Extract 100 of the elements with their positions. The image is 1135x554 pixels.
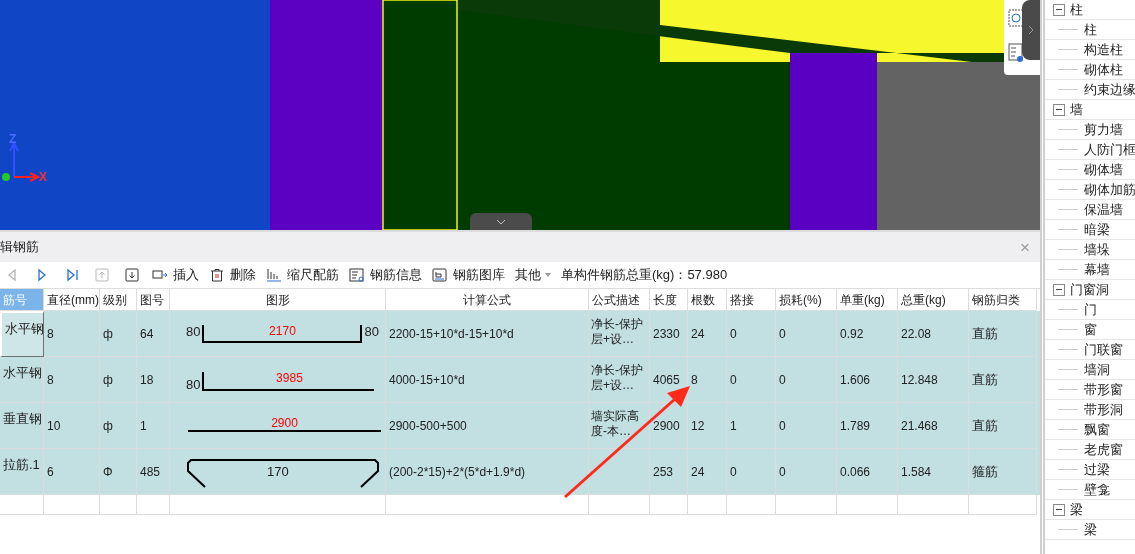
shape-length-label: 2900 — [271, 417, 298, 429]
insert-icon — [152, 268, 168, 282]
empty-cell — [837, 495, 898, 515]
other-menu-button[interactable]: 其他 — [515, 265, 551, 285]
shape-end-label: 80 — [186, 325, 201, 338]
empty-cell — [137, 495, 170, 515]
shape-length-label: 2170 — [269, 325, 296, 337]
list-view-icon[interactable] — [1008, 43, 1024, 63]
empty-cell — [688, 495, 727, 515]
tree-toggle[interactable] — [1053, 283, 1065, 296]
empty-cell — [727, 495, 776, 515]
tree-toggle[interactable] — [1053, 503, 1065, 516]
collapse-handle[interactable] — [470, 213, 532, 230]
tree-item[interactable]: 人防门框 — [1084, 139, 1135, 160]
shape-length-label: 3985 — [276, 372, 303, 384]
move-down-icon — [125, 268, 139, 282]
tree-group-label[interactable]: 墙 — [1070, 99, 1083, 120]
tree-item[interactable]: 构造柱 — [1084, 39, 1123, 60]
last-arrow-icon — [65, 268, 79, 282]
empty-cell — [100, 495, 137, 515]
list-icon — [349, 268, 365, 282]
column-header[interactable]: 图形 — [170, 289, 386, 311]
grade-cell: Φ — [100, 449, 137, 495]
shape-end-label: 80 — [186, 378, 201, 391]
shape-length-label: 170 — [267, 465, 289, 478]
toolbar-button[interactable]: 缩尺配筋 — [266, 265, 339, 285]
chevron-right-icon — [1028, 25, 1034, 35]
column-header[interactable]: 根数 — [688, 289, 727, 311]
tree-item[interactable]: 窗 — [1084, 319, 1097, 340]
tree-toggle[interactable] — [1053, 3, 1065, 16]
length-cell: 253 — [650, 449, 688, 495]
tree-item[interactable]: 壁龛 — [1084, 479, 1110, 500]
tree-group-label[interactable]: 柱 — [1070, 0, 1083, 20]
cube-view-icon[interactable] — [1008, 9, 1024, 27]
tree-item[interactable]: 保温墙 — [1084, 199, 1123, 220]
tree-item[interactable]: 墙洞 — [1084, 359, 1110, 380]
empty-cell — [898, 495, 969, 515]
column-header[interactable]: 直径(mm) — [44, 289, 100, 311]
empty-cell — [776, 495, 837, 515]
tree-item[interactable]: 梁 — [1084, 519, 1097, 540]
tree-item[interactable]: 带形洞 — [1084, 399, 1123, 420]
toolbar-button[interactable]: 钢筋图库 — [432, 265, 505, 285]
side-panel-toggle[interactable] — [1022, 0, 1040, 60]
tree-toggle[interactable] — [1053, 103, 1065, 116]
unit-weight-cell: 0.066 — [837, 449, 898, 495]
tree-group-label[interactable]: 门窗洞 — [1070, 279, 1109, 300]
x-axis-label: X — [39, 171, 47, 183]
column-header[interactable]: 计算公式 — [386, 289, 589, 311]
loss-cell: 0 — [776, 449, 837, 495]
toolbar-button[interactable]: 删除 — [209, 265, 256, 285]
move-down-button[interactable] — [122, 265, 142, 285]
empty-cell — [650, 495, 688, 515]
tree-item[interactable]: 门联窗 — [1084, 339, 1123, 360]
lap-cell: 0 — [727, 449, 776, 495]
tree-item[interactable]: 老虎窗 — [1084, 439, 1123, 460]
column-header[interactable]: 损耗(%) — [776, 289, 837, 311]
library-icon — [432, 268, 448, 282]
rebar-name-cell: 水平钢 — [0, 311, 44, 357]
tree-item[interactable]: 砌体柱 — [1084, 59, 1123, 80]
tree-item[interactable]: 墙垛 — [1084, 239, 1110, 260]
move-up-icon — [95, 268, 109, 282]
diameter-cell: 6 — [44, 449, 100, 495]
z-axis-label: Z — [9, 133, 17, 145]
tree-item[interactable]: 幕墙 — [1084, 259, 1110, 280]
empty-cell — [589, 495, 650, 515]
column-header[interactable]: 单重(kg) — [837, 289, 898, 311]
column-header[interactable]: 总重(kg) — [898, 289, 969, 311]
trash-icon — [209, 268, 225, 282]
tree-item[interactable]: 剪力墙 — [1084, 119, 1123, 140]
figure-number-cell: 485 — [137, 449, 170, 495]
tree-item[interactable]: 暗梁 — [1084, 219, 1110, 240]
tree-item[interactable]: 带形窗 — [1084, 379, 1123, 400]
column-header[interactable]: 级别 — [100, 289, 137, 311]
column-header[interactable]: 搭接 — [727, 289, 776, 311]
toolbar-button[interactable]: 钢筋信息 — [349, 265, 422, 285]
tree-item[interactable]: 门 — [1084, 299, 1097, 320]
formula-cell: (200-2*15)+2*(5*d+1.9*d) — [386, 449, 589, 495]
tree-item[interactable]: 砌体加筋 — [1084, 179, 1135, 200]
empty-cell — [0, 495, 44, 515]
empty-cell — [44, 495, 100, 515]
toolbar-button[interactable]: 插入 — [152, 265, 199, 285]
description-cell — [589, 449, 650, 495]
tree-item[interactable]: 飘窗 — [1084, 419, 1110, 440]
tree-item[interactable]: 约束边缘 — [1084, 79, 1135, 100]
panel-title: 辑钢筋 — [0, 238, 39, 257]
column-header[interactable]: 图号 — [137, 289, 170, 311]
total-weight-text: 单构件钢筋总重(kg)：57.980 — [561, 266, 728, 285]
column-header[interactable]: 长度 — [650, 289, 688, 311]
tree-group-label[interactable]: 梁 — [1070, 499, 1083, 520]
count-cell: 24 — [688, 449, 727, 495]
empty-cell — [969, 495, 1037, 515]
bar-chart-icon — [266, 268, 282, 282]
shape-end-label: 80 — [364, 325, 379, 338]
tree-item[interactable]: 柱 — [1084, 19, 1097, 40]
tree-item[interactable]: 过梁 — [1084, 459, 1110, 480]
tree-item[interactable]: 砌体墙 — [1084, 159, 1123, 180]
column-header[interactable]: 钢筋归类 — [969, 289, 1037, 311]
chevron-down-icon — [496, 218, 506, 225]
dropdown-caret-icon — [545, 273, 551, 277]
column-header[interactable]: 公式描述 — [589, 289, 650, 311]
